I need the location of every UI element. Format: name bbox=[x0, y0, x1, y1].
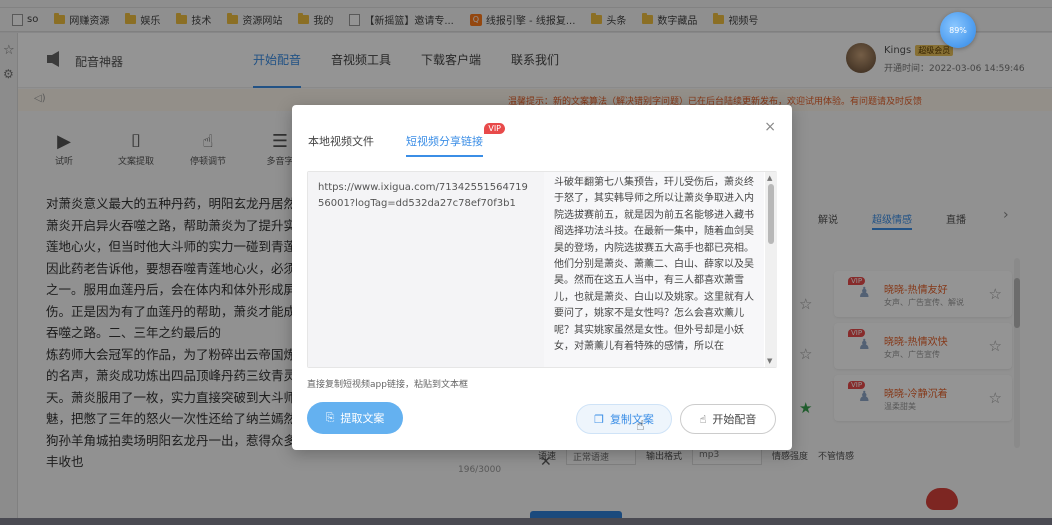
bubble-label: 89% bbox=[949, 25, 967, 35]
floating-progress-bubble[interactable]: 89% bbox=[940, 12, 976, 48]
dialog-tabs: 本地视频文件 短视频分享链接 VIP bbox=[308, 123, 505, 157]
copy-icon: ❐ bbox=[594, 412, 604, 426]
scroll-up-icon[interactable]: ▲ bbox=[767, 174, 772, 182]
extract-text-button[interactable]: ⎘ 提取文案 bbox=[307, 402, 403, 434]
start-dubbing-button[interactable]: ☝ 开始配音 bbox=[680, 404, 776, 434]
extract-icon: ⎘ bbox=[325, 411, 335, 424]
scroll-thumb[interactable] bbox=[768, 184, 774, 244]
tab-share-link-label: 短视频分享链接 bbox=[406, 135, 483, 148]
tab-local-video[interactable]: 本地视频文件 bbox=[308, 133, 374, 157]
taskbar-strip bbox=[0, 518, 1052, 525]
extracted-text-area[interactable]: 斗破年翻第七八集预告，玕儿受伤后，萧炎终于怒了，其实韩导师之所以让萧炎争取进入内… bbox=[544, 172, 764, 367]
copy-text-button[interactable]: ❐ 复制文案 bbox=[576, 404, 672, 434]
start-label: 开始配音 bbox=[712, 413, 757, 426]
dialog-content-panel: https://www.ixigua.com/71342551564719560… bbox=[307, 171, 777, 368]
move-cursor-icon: ✕ bbox=[540, 454, 552, 470]
close-icon[interactable]: × bbox=[764, 119, 776, 135]
share-link-input[interactable]: https://www.ixigua.com/71342551564719560… bbox=[308, 172, 544, 367]
hand-icon: ☝ bbox=[699, 412, 707, 426]
transcript-scrollbar[interactable]: ▲ ▼ bbox=[765, 172, 777, 367]
copy-label: 复制文案 bbox=[609, 413, 654, 426]
tab-share-link[interactable]: 短视频分享链接 VIP bbox=[406, 123, 505, 157]
paste-hint: 直接复制短视频app链接，粘贴到文本框 bbox=[307, 380, 468, 390]
scroll-down-icon[interactable]: ▼ bbox=[767, 357, 772, 365]
hand-cursor-icon: ☝ bbox=[636, 418, 645, 434]
extract-label: 提取文案 bbox=[340, 412, 385, 425]
extract-text-dialog: × 本地视频文件 短视频分享链接 VIP https://www.ixigua.c… bbox=[292, 105, 792, 450]
vip-badge: VIP bbox=[484, 123, 505, 134]
